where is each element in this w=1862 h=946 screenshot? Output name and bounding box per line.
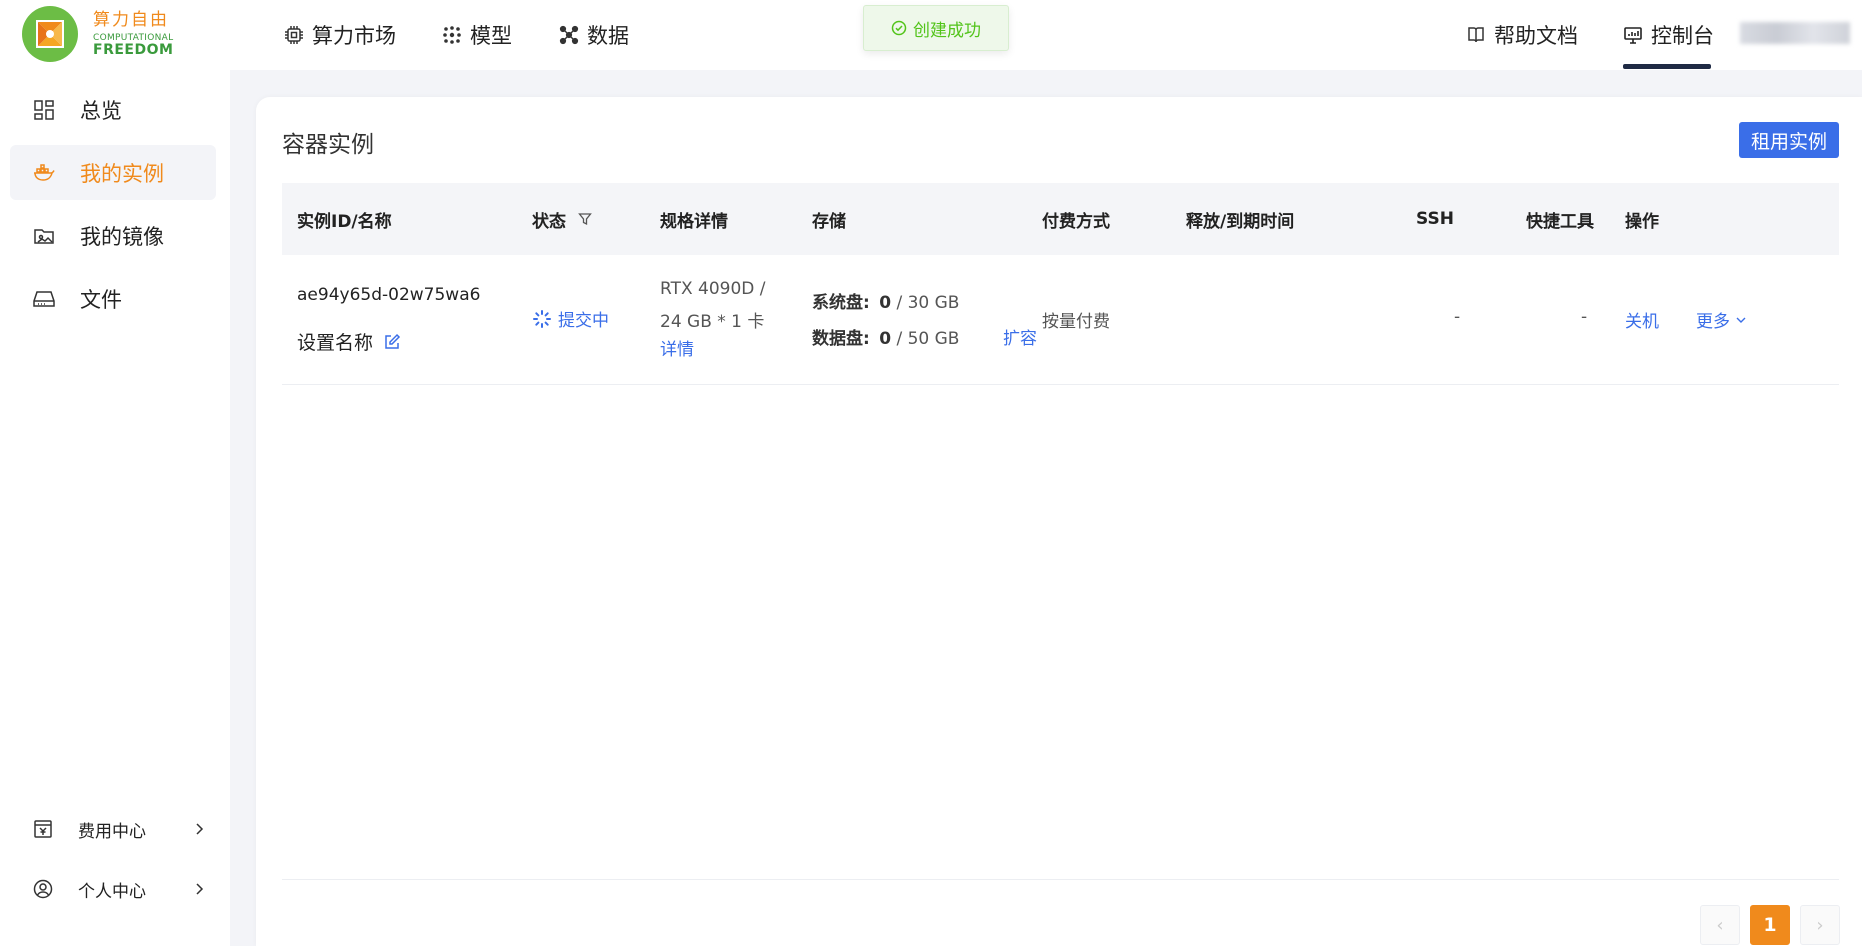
pagination-next[interactable]: › <box>1800 905 1840 945</box>
nav-active-indicator <box>1623 64 1711 69</box>
data-nodes-icon <box>559 25 579 45</box>
brand-name-en-line2: FREEDOM <box>93 41 174 58</box>
sidebar-item-billing[interactable]: 费用中心 <box>10 807 216 851</box>
filter-icon[interactable] <box>578 212 592 226</box>
instance-id: ae94y65d-02w75wa6 <box>297 285 481 305</box>
nav-data-label: 数据 <box>587 24 629 48</box>
sidebar-item-personal-center-label: 个人中心 <box>78 881 146 902</box>
brand-text: 算力自由 COMPUTATIONAL FREEDOM <box>93 9 174 58</box>
col-instance-id: 实例ID/名称 <box>297 211 392 232</box>
system-disk-label: 系统盘: <box>812 293 870 313</box>
spec-line1: RTX 4090D / <box>660 279 766 299</box>
sidebar-item-my-instances[interactable]: 我的实例 <box>10 145 216 200</box>
nav-models-label: 模型 <box>470 24 512 48</box>
dashboard-icon <box>34 99 54 120</box>
nav-console[interactable]: 控制台 <box>1623 0 1714 70</box>
status-text: 提交中 <box>558 311 609 331</box>
sidebar: 总览 我的实例 我的镜像 文件 费用中心 个人中心 <box>0 70 230 946</box>
toast-text: 创建成功 <box>913 20 981 41</box>
chevron-right-icon <box>196 823 204 835</box>
table-footer-divider <box>282 879 1839 880</box>
col-ssh: SSH <box>1416 209 1454 229</box>
sidebar-item-my-instances-label: 我的实例 <box>80 161 164 186</box>
brand-logo[interactable]: 算力自由 COMPUTATIONAL FREEDOM <box>21 5 173 63</box>
spec-detail-link[interactable]: 详情 <box>660 335 694 360</box>
storage-icon <box>33 290 55 307</box>
spinner-icon <box>533 309 551 328</box>
data-disk-total: / 50 GB <box>896 329 960 349</box>
success-toast: 创建成功 <box>863 5 1009 51</box>
user-account-blurred[interactable] <box>1740 22 1850 44</box>
sidebar-item-overview[interactable]: 总览 <box>10 82 216 137</box>
table-row: ae94y65d-02w75wa6 设置名称 提交中 RTX 4090D / 2… <box>282 255 1839 385</box>
table-header: 实例ID/名称 状态 规格详情 存储 付费方式 释放/到期时间 SSH 快捷工具… <box>282 183 1839 255</box>
container-instances-card: 容器实例 租用实例 实例ID/名称 状态 规格详情 存储 付费方式 释放/到期时… <box>256 97 1862 946</box>
shutdown-button[interactable]: 关机 <box>1625 307 1659 332</box>
ssh-value: - <box>1454 307 1461 327</box>
col-spec: 规格详情 <box>660 211 728 232</box>
book-icon <box>1468 27 1484 43</box>
nav-data[interactable]: 数据 <box>559 0 629 70</box>
data-disk: 数据盘: 0 / 50 GB <box>812 324 959 349</box>
sidebar-item-my-images[interactable]: 我的镜像 <box>10 208 216 263</box>
image-folder-icon <box>34 228 54 244</box>
pagination-page-1[interactable]: 1 <box>1750 905 1790 945</box>
data-disk-label: 数据盘: <box>812 329 870 349</box>
col-actions: 操作 <box>1625 211 1659 232</box>
monitor-icon <box>1624 27 1642 44</box>
sidebar-item-files[interactable]: 文件 <box>10 271 216 326</box>
sidebar-item-overview-label: 总览 <box>80 98 122 123</box>
model-icon <box>443 26 461 44</box>
spec-line2: 24 GB * 1 卡 <box>660 312 765 332</box>
rent-instance-button[interactable]: 租用实例 <box>1739 122 1839 158</box>
sidebar-item-personal-center[interactable]: 个人中心 <box>10 867 216 911</box>
tools-value: - <box>1581 307 1588 327</box>
nav-models[interactable]: 模型 <box>442 0 512 70</box>
set-name-link[interactable]: 设置名称 <box>297 328 401 355</box>
nav-console-label: 控制台 <box>1651 24 1714 48</box>
edit-icon[interactable] <box>383 333 401 351</box>
sidebar-item-billing-label: 费用中心 <box>78 821 146 842</box>
sidebar-item-files-label: 文件 <box>80 287 122 312</box>
user-circle-icon <box>33 879 53 899</box>
nav-compute-market[interactable]: 算力市场 <box>284 0 396 70</box>
col-release-time: 释放/到期时间 <box>1186 211 1295 232</box>
billing-icon <box>34 820 52 838</box>
container-icon <box>34 163 55 181</box>
more-actions-dropdown[interactable]: 更多 <box>1696 307 1747 332</box>
system-disk-total: / 30 GB <box>896 293 960 313</box>
col-status: 状态 <box>532 183 592 255</box>
data-disk-used: 0 <box>879 329 892 349</box>
chip-icon <box>285 26 303 44</box>
set-name-label: 设置名称 <box>297 332 374 354</box>
system-disk-used: 0 <box>879 293 892 313</box>
expand-storage-link[interactable]: 扩容 <box>1003 324 1037 349</box>
brand-logo-icon <box>22 6 78 62</box>
billing-method: 按量付费 <box>1042 312 1110 332</box>
sidebar-item-my-images-label: 我的镜像 <box>80 224 164 249</box>
nav-help-docs-label: 帮助文档 <box>1494 24 1578 48</box>
page-title: 容器实例 <box>282 132 374 158</box>
chevron-down-icon <box>1736 317 1746 323</box>
col-billing: 付费方式 <box>1042 211 1110 232</box>
check-circle-icon <box>891 20 907 36</box>
nav-compute-market-label: 算力市场 <box>312 24 396 48</box>
system-disk: 系统盘: 0 / 30 GB <box>812 288 959 313</box>
pagination-prev[interactable]: ‹ <box>1700 905 1740 945</box>
chevron-right-icon <box>196 883 204 895</box>
col-tools: 快捷工具 <box>1526 211 1594 232</box>
status-submitting: 提交中 <box>532 306 609 331</box>
brand-name-cn: 算力自由 <box>93 9 169 30</box>
col-storage: 存储 <box>812 211 846 232</box>
col-status-label: 状态 <box>532 211 566 232</box>
nav-help-docs[interactable]: 帮助文档 <box>1466 0 1578 70</box>
more-actions-label: 更多 <box>1696 312 1730 332</box>
